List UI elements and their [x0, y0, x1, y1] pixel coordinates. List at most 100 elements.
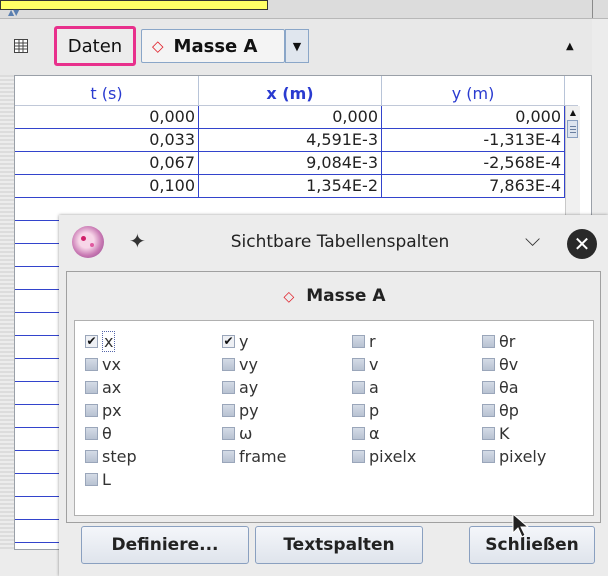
- checkbox-frame[interactable]: frame: [222, 446, 286, 466]
- checkbox-vx[interactable]: vx: [85, 354, 121, 374]
- checkbox-v[interactable]: v: [352, 354, 378, 374]
- table-row[interactable]: 0,067 9,084E-3 -2,568E-4: [15, 152, 565, 175]
- checkbox-pixelx[interactable]: pixelx: [352, 446, 416, 466]
- checkbox-p[interactable]: p: [352, 400, 379, 420]
- checkbox-unchecked-icon[interactable]: [85, 449, 98, 463]
- checkbox-checked-icon[interactable]: ✔: [85, 334, 98, 348]
- checkbox-θ[interactable]: θ: [85, 423, 112, 443]
- checkbox-label: θ: [102, 423, 112, 443]
- checkbox-unchecked-icon[interactable]: [85, 403, 98, 417]
- chevron-down-icon[interactable]: ▼: [285, 29, 309, 63]
- checkbox-label: θv: [499, 354, 519, 374]
- checkbox-unchecked-icon[interactable]: [352, 380, 365, 394]
- checkbox-unchecked-icon[interactable]: [352, 357, 365, 371]
- scroll-up-icon[interactable]: ▲: [566, 108, 580, 117]
- checkbox-label: pixely: [499, 446, 547, 466]
- checkbox-y[interactable]: ✔ y: [222, 331, 248, 351]
- table-cell[interactable]: -2,568E-4: [382, 152, 565, 175]
- table-cell[interactable]: 7,863E-4: [382, 175, 565, 198]
- checkbox-unchecked-icon[interactable]: [482, 426, 495, 440]
- collapse-up-icon[interactable]: ▲: [566, 41, 574, 52]
- checkbox-unchecked-icon[interactable]: [482, 403, 495, 417]
- table-cell[interactable]: 0,000: [199, 106, 382, 129]
- checkbox-ω[interactable]: ω: [222, 423, 252, 443]
- collapse-arrows-icon[interactable]: ▲▼: [8, 9, 19, 17]
- checkbox-unchecked-icon[interactable]: [222, 403, 235, 417]
- mouse-cursor-icon: [512, 513, 530, 538]
- table-cell[interactable]: 4,591E-3: [199, 129, 382, 152]
- mass-selector[interactable]: ◇ Masse A: [141, 29, 285, 63]
- checkbox-label: vx: [102, 354, 121, 374]
- checkbox-unchecked-icon[interactable]: [482, 449, 495, 463]
- checkbox-unchecked-icon[interactable]: [85, 472, 98, 486]
- checkbox-unchecked-icon[interactable]: [352, 403, 365, 417]
- checkbox-unchecked-icon[interactable]: [352, 449, 365, 463]
- checkbox-unchecked-icon[interactable]: [222, 449, 235, 463]
- checkbox-vy[interactable]: vy: [222, 354, 258, 374]
- checkbox-x[interactable]: ✔ x: [85, 330, 116, 352]
- checkbox-checked-icon[interactable]: ✔: [222, 334, 235, 348]
- checkbox-θv[interactable]: θv: [482, 354, 518, 374]
- table-row[interactable]: 0,033 4,591E-3 -1,313E-4: [15, 129, 565, 152]
- column-header-t[interactable]: t (s): [15, 76, 199, 106]
- pin-icon[interactable]: ✦: [129, 229, 146, 253]
- table-cell[interactable]: 0,000: [15, 106, 199, 129]
- close-icon[interactable]: ✕: [567, 229, 597, 259]
- text-columns-button-label: Textspalten: [283, 535, 395, 555]
- checkbox-label: L: [102, 469, 111, 489]
- checkbox-grid: ✔ x ✔ y r θr vx vy v θv ax ay a θa px py p θp θ ω α Kstep fram…: [74, 320, 594, 516]
- checkbox-label: ω: [239, 423, 253, 443]
- checkbox-label: r: [369, 331, 376, 351]
- checkbox-unchecked-icon[interactable]: [222, 426, 235, 440]
- close-button[interactable]: Schließen: [469, 526, 595, 564]
- checkbox-K[interactable]: K: [482, 423, 510, 443]
- checkbox-unchecked-icon[interactable]: [85, 357, 98, 371]
- checkbox-pixely[interactable]: pixely: [482, 446, 546, 466]
- table-row[interactable]: 0,000 0,000 0,000: [15, 106, 565, 129]
- checkbox-py[interactable]: py: [222, 400, 259, 420]
- checkbox-r[interactable]: r: [352, 331, 376, 351]
- checkbox-α[interactable]: α: [352, 423, 380, 443]
- checkbox-step[interactable]: step: [85, 446, 137, 466]
- checkbox-unchecked-icon[interactable]: [85, 380, 98, 394]
- checkbox-unchecked-icon[interactable]: [482, 380, 495, 394]
- table-cell[interactable]: 9,084E-3: [199, 152, 382, 175]
- checkbox-unchecked-icon[interactable]: [352, 426, 365, 440]
- checkbox-unchecked-icon[interactable]: [482, 334, 495, 348]
- column-header-x[interactable]: x (m): [199, 76, 382, 106]
- checkbox-θa[interactable]: θa: [482, 377, 519, 397]
- table-cell[interactable]: 0,067: [15, 152, 199, 175]
- diamond-icon: ◇: [152, 37, 164, 55]
- table-toolbar: Daten ◇ Masse A ▼ ▲: [0, 19, 592, 75]
- checkbox-a[interactable]: a: [352, 377, 379, 397]
- data-button[interactable]: Daten: [54, 26, 136, 66]
- table-cell[interactable]: 0,033: [15, 129, 199, 152]
- table-cell[interactable]: 0,000: [382, 106, 565, 129]
- table-icon[interactable]: [14, 39, 28, 53]
- dialog-heading-label: Masse A: [306, 286, 386, 306]
- table-row[interactable]: 0,100 1,354E-2 7,863E-4: [15, 175, 565, 198]
- checkbox-px[interactable]: px: [85, 400, 122, 420]
- checkbox-ay[interactable]: ay: [222, 377, 258, 397]
- checkbox-ax[interactable]: ax: [85, 377, 121, 397]
- define-button[interactable]: Definiere...: [81, 526, 249, 564]
- checkbox-L[interactable]: L: [85, 469, 111, 489]
- checkbox-label: θr: [499, 331, 516, 351]
- checkbox-θr[interactable]: θr: [482, 331, 515, 351]
- column-header-y[interactable]: y (m): [382, 76, 565, 106]
- checkbox-label: vy: [239, 354, 258, 374]
- checkbox-unchecked-icon[interactable]: [85, 426, 98, 440]
- minimize-chevron-icon[interactable]: ⌵: [525, 227, 540, 251]
- checkbox-unchecked-icon[interactable]: [482, 357, 495, 371]
- checkbox-label: v: [369, 354, 379, 374]
- checkbox-unchecked-icon[interactable]: [352, 334, 365, 348]
- checkbox-unchecked-icon[interactable]: [222, 380, 235, 394]
- table-cell[interactable]: 1,354E-2: [199, 175, 382, 198]
- table-cell[interactable]: 0,100: [15, 175, 199, 198]
- table-cell[interactable]: -1,313E-4: [382, 129, 565, 152]
- scrollbar-thumb[interactable]: [567, 120, 578, 138]
- text-columns-button[interactable]: Textspalten: [255, 526, 423, 564]
- checkbox-unchecked-icon[interactable]: [222, 357, 235, 371]
- checkbox-θp[interactable]: θp: [482, 400, 519, 420]
- checkbox-label: θp: [499, 400, 519, 420]
